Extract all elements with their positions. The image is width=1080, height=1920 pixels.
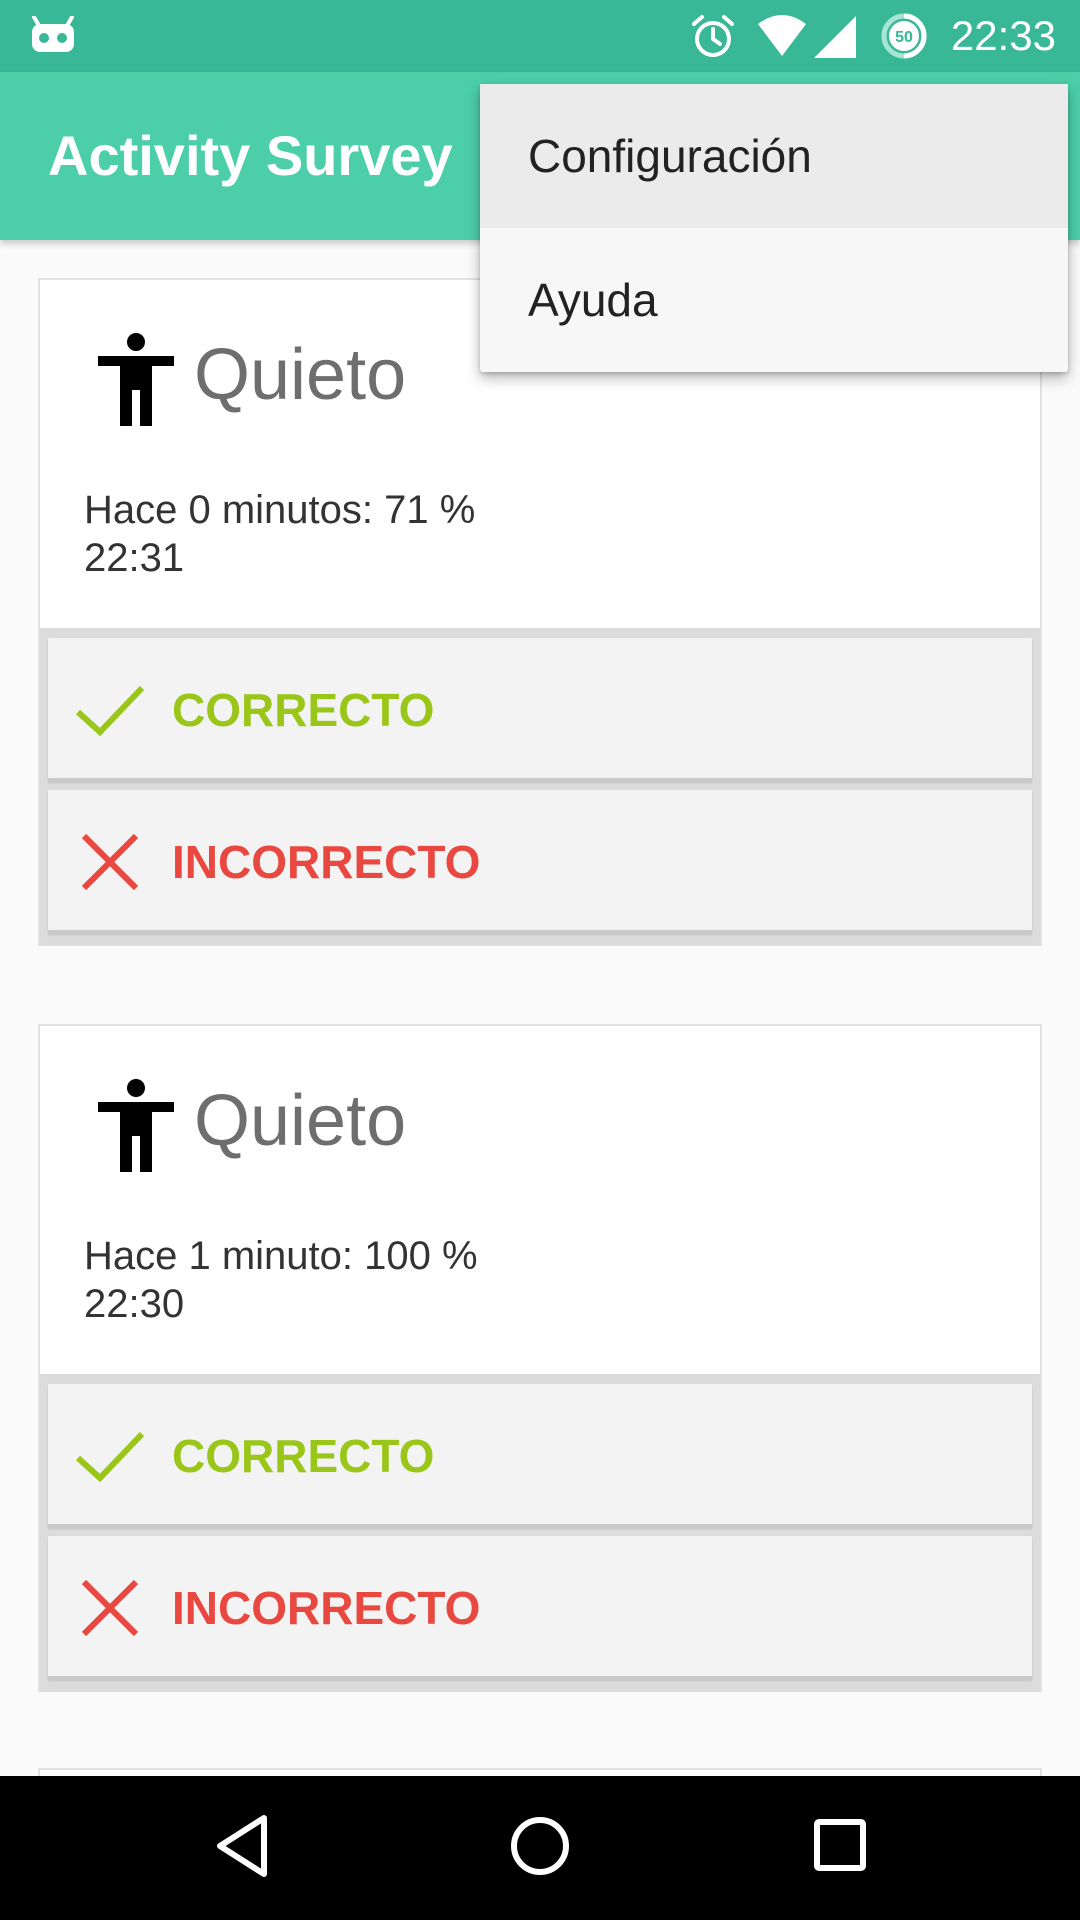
status-clock: 22:33 (950, 12, 1056, 59)
recents-icon[interactable] (812, 1812, 868, 1885)
correct-label: CORRECTO (172, 684, 435, 736)
check-icon (74, 1428, 146, 1489)
activity-list[interactable]: Quieto Hace 0 minutos: 71 % 22:31 CORREC… (0, 240, 1080, 1776)
signal-icon (812, 16, 858, 63)
back-icon[interactable] (212, 1812, 272, 1885)
card-header: Quieto Hace 1 minuto: 100 % 22:30 (40, 1026, 1040, 1376)
activity-card: Quieto Hace 1 minuto: 100 % 22:30 CORREC… (38, 1024, 1042, 1692)
activity-label: Quieto (194, 1081, 407, 1161)
activity-card: Quieto Hace 0 minutos: 71 % 22:31 CORREC… (38, 278, 1042, 946)
activity-time: 22:31 (84, 536, 185, 580)
overflow-menu: Configuración Ayuda (480, 84, 1068, 372)
home-icon[interactable] (508, 1812, 572, 1885)
alarm-icon (690, 14, 736, 65)
incorrect-button[interactable]: INCORRECTO (48, 1536, 1032, 1680)
activity-detail: Hace 1 minuto: 100 % (84, 1234, 478, 1278)
activity-card (38, 1768, 1042, 1776)
incorrect-button[interactable]: INCORRECTO (48, 790, 1032, 934)
battery-icon: 50 (880, 12, 928, 65)
incorrect-label: INCORRECTO (172, 836, 481, 888)
card-actions: CORRECTO INCORRECTO (40, 628, 1040, 946)
navigation-bar (0, 1776, 1080, 1920)
activity-label: Quieto (194, 335, 407, 415)
close-icon (74, 833, 146, 895)
correct-button[interactable]: CORRECTO (48, 1384, 1032, 1528)
incorrect-label: INCORRECTO (172, 1582, 481, 1634)
screen: 50 22:33 Activity Survey Quieto Hace 0 m… (0, 0, 1080, 1920)
android-robot-icon (30, 15, 76, 61)
activity-detail: Hace 0 minutos: 71 % (84, 488, 476, 532)
wifi-icon (756, 14, 808, 63)
close-icon (74, 1579, 146, 1641)
menu-item-configuracion[interactable]: Configuración (480, 84, 1068, 228)
correct-button[interactable]: CORRECTO (48, 638, 1032, 782)
card-actions: CORRECTO INCORRECTO (40, 1374, 1040, 1692)
app-title: Activity Survey (48, 124, 453, 187)
svg-text:50: 50 (895, 29, 913, 46)
person-standing-icon (94, 332, 178, 433)
menu-item-ayuda[interactable]: Ayuda (480, 228, 1068, 372)
person-standing-icon (94, 1078, 178, 1179)
check-icon (74, 682, 146, 743)
status-bar: 50 22:33 (0, 0, 1080, 72)
correct-label: CORRECTO (172, 1430, 435, 1482)
activity-time: 22:30 (84, 1282, 185, 1326)
